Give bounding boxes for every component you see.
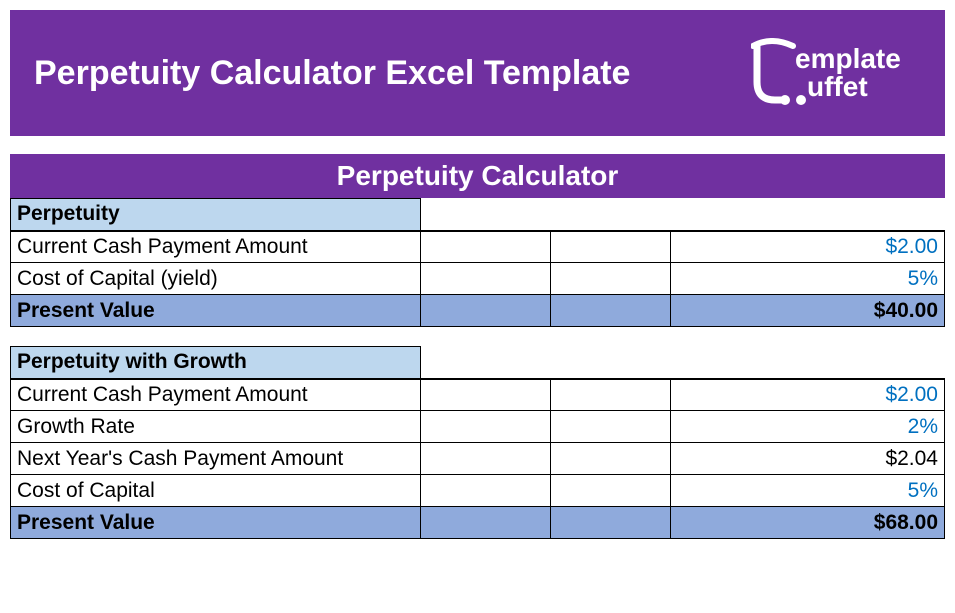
- perpetuity-heading: Perpetuity: [11, 199, 421, 231]
- growth-result-row: Present Value $68.00: [11, 507, 945, 539]
- growth-heading-row: Perpetuity with Growth: [11, 347, 945, 379]
- row-label: Cost of Capital: [11, 475, 421, 507]
- row-value[interactable]: 5%: [671, 475, 945, 507]
- table-row: Current Cash Payment Amount $2.00: [11, 231, 945, 263]
- row-label: Next Year's Cash Payment Amount: [11, 443, 421, 475]
- logo: emplate uffet: [751, 38, 921, 108]
- perpetuity-heading-row: Perpetuity: [11, 199, 945, 231]
- perpetuity-result-row: Present Value $40.00: [11, 295, 945, 327]
- row-label: Cost of Capital (yield): [11, 263, 421, 295]
- row-value[interactable]: $2.00: [671, 231, 945, 263]
- spacer: [11, 327, 945, 347]
- row-value[interactable]: 2%: [671, 411, 945, 443]
- growth-heading: Perpetuity with Growth: [11, 347, 421, 379]
- table-row: Cost of Capital (yield) 5%: [11, 263, 945, 295]
- logo-icon: emplate uffet: [751, 38, 921, 108]
- row-label: Current Cash Payment Amount: [11, 379, 421, 411]
- row-value[interactable]: 5%: [671, 263, 945, 295]
- result-label: Present Value: [11, 507, 421, 539]
- page-title: Perpetuity Calculator Excel Template: [34, 54, 630, 93]
- row-label: Current Cash Payment Amount: [11, 231, 421, 263]
- row-value[interactable]: $2.00: [671, 379, 945, 411]
- result-value: $68.00: [671, 507, 945, 539]
- header-banner: Perpetuity Calculator Excel Template emp…: [10, 10, 945, 136]
- result-label: Present Value: [11, 295, 421, 327]
- table-row: Cost of Capital 5%: [11, 475, 945, 507]
- row-value: $2.04: [671, 443, 945, 475]
- calculator-table: Perpetuity Current Cash Payment Amount $…: [10, 198, 945, 539]
- table-row: Next Year's Cash Payment Amount $2.04: [11, 443, 945, 475]
- svg-text:emplate: emplate: [795, 43, 901, 74]
- result-value: $40.00: [671, 295, 945, 327]
- svg-text:uffet: uffet: [807, 71, 868, 102]
- table-row: Growth Rate 2%: [11, 411, 945, 443]
- row-label: Growth Rate: [11, 411, 421, 443]
- section-title: Perpetuity Calculator: [10, 154, 945, 198]
- table-row: Current Cash Payment Amount $2.00: [11, 379, 945, 411]
